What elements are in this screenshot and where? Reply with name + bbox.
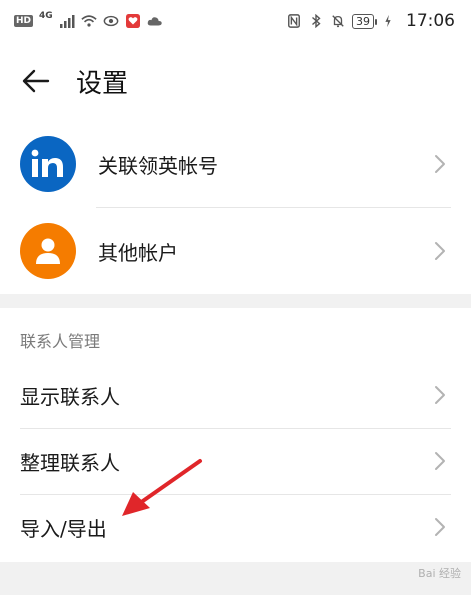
bottom-band bbox=[0, 562, 471, 595]
mute-bell-icon bbox=[332, 15, 344, 28]
section-separator bbox=[0, 294, 471, 308]
nfc-icon bbox=[288, 14, 300, 28]
app-header: 设置 bbox=[0, 56, 471, 106]
wifi-icon bbox=[81, 15, 97, 27]
chevron-right-icon bbox=[435, 155, 445, 173]
page-title: 设置 bbox=[76, 68, 129, 99]
bluetooth-icon bbox=[312, 14, 321, 28]
back-arrow-icon[interactable] bbox=[22, 67, 50, 95]
chevron-right-icon bbox=[435, 242, 445, 260]
person-icon bbox=[20, 223, 76, 279]
app-notification-icon bbox=[125, 14, 140, 28]
account-row-other[interactable]: 其他帐户 bbox=[0, 208, 471, 294]
eye-icon bbox=[103, 15, 119, 27]
chevron-right-icon bbox=[435, 518, 445, 536]
status-right: 39 17:06 bbox=[286, 11, 455, 31]
status-bar: HD 4G 39 17:06 bbox=[0, 0, 471, 42]
account-row-linkedin[interactable]: 关联领英帐号 bbox=[0, 121, 471, 207]
linkedin-icon bbox=[20, 136, 76, 192]
account-label: 其他帐户 bbox=[98, 240, 178, 265]
chevron-right-icon bbox=[435, 452, 445, 470]
clock: 17:06 bbox=[406, 11, 455, 31]
signal-icon bbox=[59, 15, 75, 28]
hd-badge: HD bbox=[14, 15, 34, 27]
charging-icon bbox=[385, 14, 391, 28]
setting-label: 整理联系人 bbox=[20, 450, 120, 475]
setting-label: 显示联系人 bbox=[20, 384, 120, 409]
cloud-icon bbox=[147, 17, 162, 26]
setting-row-organize-contacts[interactable]: 整理联系人 bbox=[0, 428, 471, 494]
chevron-right-icon bbox=[435, 386, 445, 404]
setting-label: 导入/导出 bbox=[20, 516, 107, 541]
section-title: 联系人管理 bbox=[20, 332, 101, 351]
setting-row-import-export[interactable]: 导入/导出 bbox=[0, 494, 471, 560]
setting-row-display-contacts[interactable]: 显示联系人 bbox=[0, 362, 471, 428]
watermark: Bai 经验 bbox=[418, 567, 461, 580]
battery-level: 39 bbox=[352, 13, 377, 29]
account-label: 关联领英帐号 bbox=[98, 153, 218, 178]
status-left: HD 4G bbox=[14, 11, 163, 28]
network-type: 4G bbox=[39, 11, 53, 21]
